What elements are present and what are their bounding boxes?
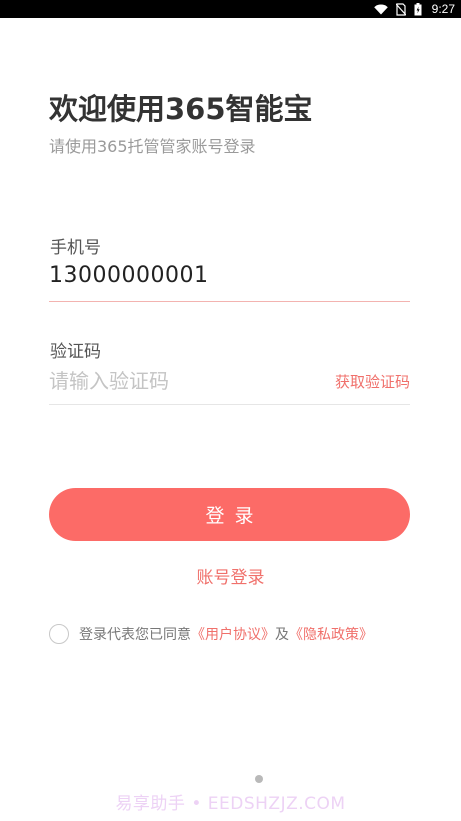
login-screen: 9:27 欢迎使用365智能宝 请使用365托管管家账号登录 手机号 13000… bbox=[0, 0, 461, 821]
code-input-underline bbox=[49, 404, 410, 405]
agreement-prefix: 登录代表您已同意 bbox=[79, 627, 191, 643]
login-button[interactable]: 登录 bbox=[49, 488, 410, 541]
privacy-policy-link[interactable]: 《隐私政策》 bbox=[289, 624, 373, 644]
phone-input-underline bbox=[49, 301, 410, 302]
status-bar: 9:27 bbox=[0, 0, 461, 18]
wifi-icon bbox=[373, 4, 388, 15]
phone-input[interactable]: 13000000001 bbox=[49, 263, 409, 288]
agreement-checkbox[interactable] bbox=[49, 624, 69, 644]
code-label: 验证码 bbox=[50, 342, 101, 362]
get-code-button[interactable]: 获取验证码 bbox=[335, 371, 410, 392]
agreement-row: 登录代表您已同意 《用户协议》 及 《隐私政策》 bbox=[49, 621, 373, 647]
agreement-conjunction: 及 bbox=[275, 627, 289, 643]
page-title: 欢迎使用365智能宝 bbox=[49, 92, 313, 126]
status-time: 9:27 bbox=[431, 2, 455, 16]
page-indicator-dot bbox=[255, 775, 263, 783]
status-icons: 9:27 bbox=[373, 0, 455, 18]
verification-code-input[interactable] bbox=[49, 366, 309, 396]
no-sim-icon bbox=[395, 2, 406, 16]
battery-icon bbox=[414, 2, 422, 16]
user-agreement-link[interactable]: 《用户协议》 bbox=[191, 624, 275, 644]
page-subtitle: 请使用365托管管家账号登录 bbox=[49, 137, 256, 156]
phone-label: 手机号 bbox=[50, 238, 101, 258]
account-login-link[interactable]: 账号登录 bbox=[0, 563, 461, 588]
watermark: 易享助手 • EEDSHZJZ.COM bbox=[115, 794, 346, 814]
